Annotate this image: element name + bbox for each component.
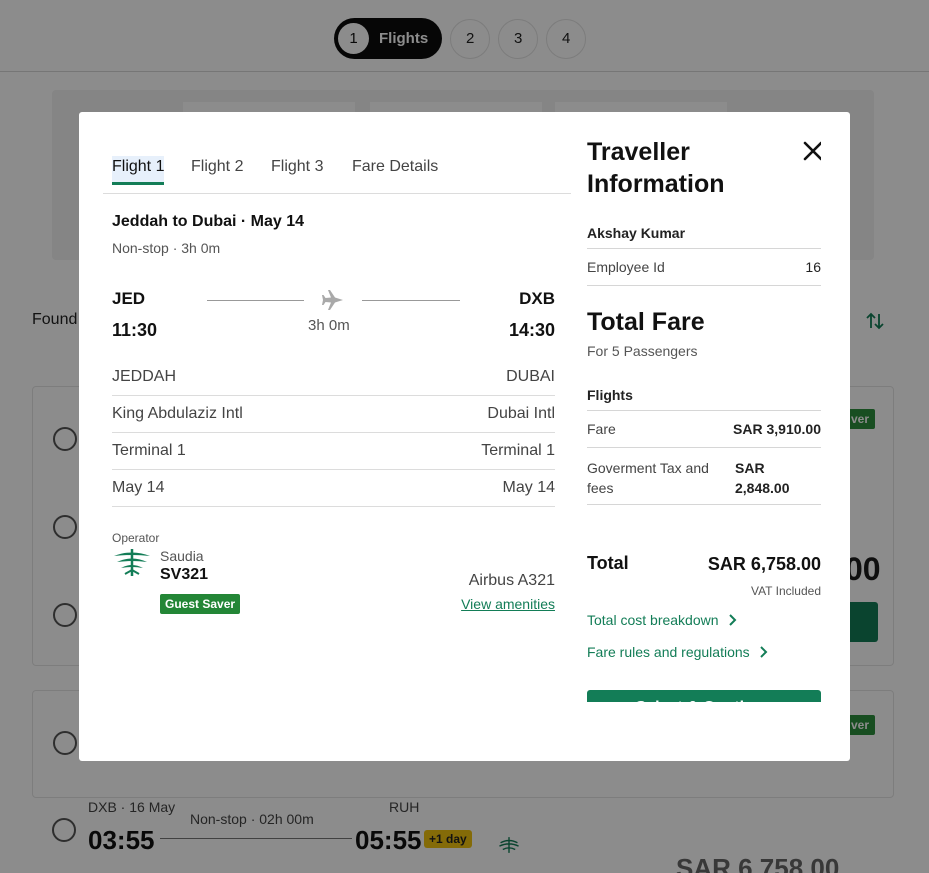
traveller-title: Traveller Information: [587, 138, 725, 198]
fare-label: Fare: [587, 421, 616, 437]
detail-city-row: JEDDAH DUBAI: [112, 359, 555, 396]
traveller-panel: Traveller Information Akshay Kumar Emplo…: [587, 136, 821, 702]
fare-value: SAR 3,910.00: [733, 421, 821, 437]
fare-type-badge: Guest Saver: [160, 594, 241, 614]
tax-value: SAR 2,848.00: [735, 460, 790, 496]
plane-icon: [322, 290, 343, 310]
depart-date: May 14: [112, 479, 165, 496]
airline-name: Saudia: [160, 548, 204, 564]
tax-row: Goverment Tax and fees SAR 2,848.00: [587, 447, 821, 505]
fare-row: Fare SAR 3,910.00: [587, 410, 821, 447]
origin-code: JED: [112, 289, 146, 308]
origin-airport: King Abdulaziz Intl: [112, 405, 243, 422]
tab-fare-details[interactable]: Fare Details: [352, 158, 438, 184]
employee-id-value: 16: [805, 259, 821, 275]
vat-note: VAT Included: [750, 584, 821, 598]
flight-tabs: Flight 1 Flight 2 Flight 3 Fare Details: [103, 136, 571, 194]
destination-city: DUBAI: [506, 368, 555, 385]
aircraft-type: Airbus A321: [468, 572, 555, 589]
origin-city: JEDDAH: [112, 368, 177, 385]
flight-duration: 3h 0m: [308, 317, 350, 334]
detail-terminal-row: Terminal 1 Terminal 1: [112, 433, 555, 470]
route-line-left: [207, 300, 304, 301]
destination-code: DXB: [519, 289, 555, 308]
depart-time: 11:30: [112, 320, 158, 340]
destination-airport: Dubai Intl: [487, 405, 555, 422]
employee-id-label: Employee Id: [587, 259, 665, 275]
scroll-mask: [571, 702, 826, 737]
origin-terminal: Terminal 1: [112, 442, 186, 459]
tax-label: Goverment Tax and fees: [587, 460, 709, 496]
chevron-right-icon: [759, 646, 768, 658]
route-title: Jeddah to Dubai · May 14: [112, 213, 305, 230]
employee-id-row: Employee Id 16: [587, 248, 821, 286]
cost-breakdown-link[interactable]: Total cost breakdown: [587, 612, 737, 628]
tab-flight-2[interactable]: Flight 2: [191, 158, 243, 184]
operator-label: Operator: [112, 531, 160, 545]
flight-number: SV321: [160, 566, 209, 583]
fare-rules-label: Fare rules and regulations: [587, 644, 750, 660]
detail-date-row: May 14 May 14: [112, 470, 555, 507]
fare-rules-link[interactable]: Fare rules and regulations: [587, 644, 768, 660]
view-amenities-link[interactable]: View amenities: [461, 596, 555, 612]
saudia-logo-icon: [114, 549, 150, 576]
cost-breakdown-label: Total cost breakdown: [587, 612, 719, 628]
detail-airport-row: King Abdulaziz Intl Dubai Intl: [112, 396, 555, 433]
total-fare-title: Total Fare: [587, 308, 705, 336]
tab-flight-3[interactable]: Flight 3: [271, 158, 323, 184]
flight-details-modal: Flight 1 Flight 2 Flight 3 Fare Details …: [79, 112, 850, 761]
tab-flight-1[interactable]: Flight 1: [112, 156, 165, 185]
chevron-right-icon: [728, 614, 736, 626]
arrive-date: May 14: [502, 479, 555, 496]
total-label: Total: [587, 553, 629, 573]
destination-terminal: Terminal 1: [481, 442, 555, 459]
close-icon[interactable]: [802, 140, 821, 162]
arrive-time: 14:30: [508, 320, 555, 340]
route-line-right: [362, 300, 460, 301]
select-continue-button[interactable]: Select & Continue: [587, 690, 821, 702]
passenger-name: Akshay Kumar: [587, 225, 686, 241]
passenger-count: For 5 Passengers: [587, 343, 698, 359]
total-value: SAR 6,758.00: [707, 554, 821, 574]
route-subtitle: Non-stop · 3h 0m: [112, 240, 221, 256]
flights-section-label: Flights: [587, 387, 633, 403]
flight-details-panel: Flight 1 Flight 2 Flight 3 Fare Details …: [103, 136, 571, 736]
